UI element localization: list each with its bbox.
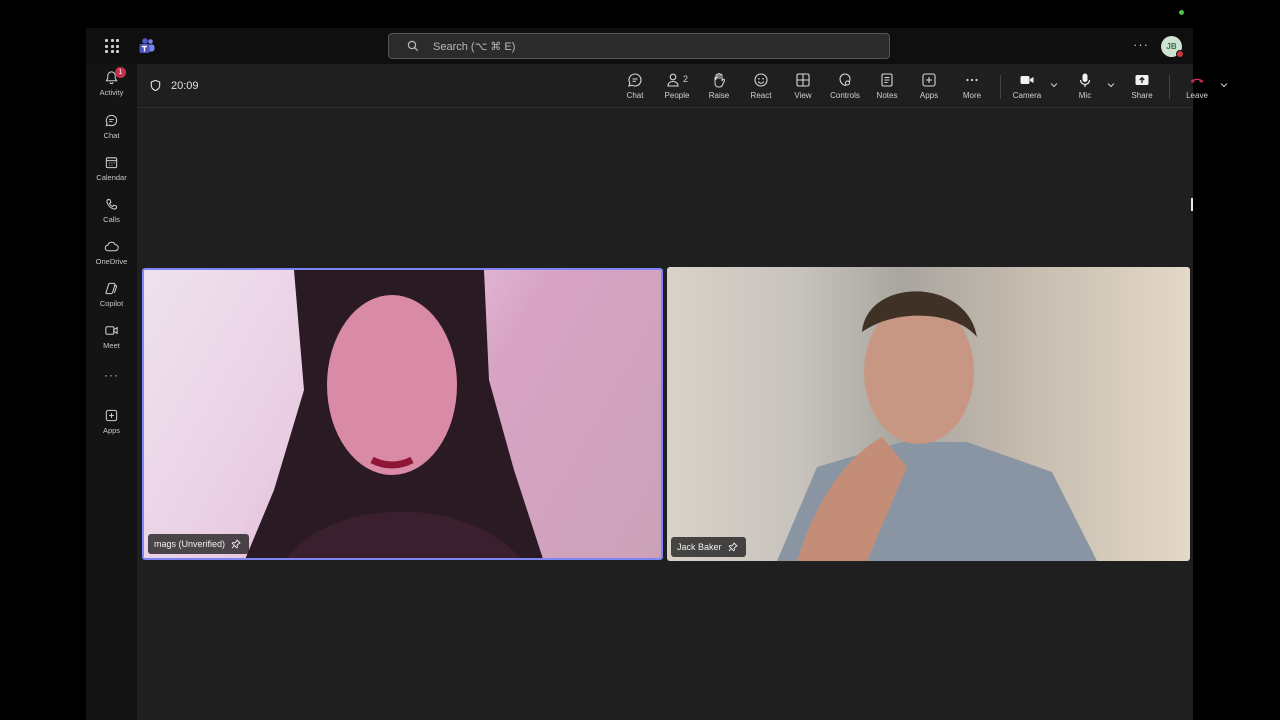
more-label: More [962,91,982,100]
video-tile-participant-2[interactable]: Jack Baker [667,267,1190,561]
chat-icon [105,114,118,127]
smiley-icon [754,73,768,87]
more-apps-icon[interactable]: ··· [86,368,137,382]
avatar[interactable]: JB [1161,36,1184,58]
more-options-icon[interactable]: ··· [1133,37,1149,52]
rail-item-label: Apps [102,426,121,435]
add-app-icon [105,409,118,422]
participant-nametag: mags (Unverified) [148,534,250,554]
search-input[interactable]: Search (⌥ ⌘ E) [388,33,890,59]
video-icon [105,326,118,335]
raise-label: Raise [708,91,730,100]
meeting-timer: 20:09 [149,79,199,92]
pin-icon[interactable] [728,542,738,552]
rail-item-chat[interactable]: Chat [86,113,137,140]
controls-label: Controls [830,91,860,100]
apps-button[interactable]: Apps [909,72,949,100]
share-screen-icon [1135,75,1149,85]
title-bar: Search (⌥ ⌘ E) ··· JB [86,28,1193,64]
meeting-toolbar: 20:09 Chat 2 People Raise React View Con… [137,64,1228,108]
react-button[interactable]: React [741,72,781,100]
more-dots-icon [966,78,978,82]
app-rail: 1 Activity Chat Calendar Calls OneDrive … [86,64,137,720]
rail-item-activity[interactable]: 1 Activity [86,67,137,97]
rail-item-meet[interactable]: Meet [86,323,137,350]
calendar-icon [105,157,118,169]
rail-item-label: Calendar [96,173,127,182]
view-label: View [794,91,812,100]
rail-item-label: Calls [103,215,120,224]
pin-icon[interactable] [231,539,241,549]
rail-item-label: OneDrive [95,257,128,266]
rail-item-onedrive[interactable]: OneDrive [86,239,137,266]
leave-label: Leave [1186,91,1208,100]
mic-button[interactable]: Mic [1065,72,1105,100]
toolbar-divider [1000,75,1001,99]
activity-badge: 1 [115,67,126,78]
view-button[interactable]: View [783,72,823,100]
notes-button[interactable]: Notes [867,72,907,100]
rail-item-copilot[interactable]: Copilot [86,281,137,308]
mic-label: Mic [1078,91,1092,100]
rail-item-label: Meet [103,341,120,350]
camera-button[interactable]: Camera [1007,72,1047,100]
copilot-icon [105,282,118,295]
status-indicator-dot [1179,10,1184,15]
camera-label: Camera [1012,91,1042,100]
search-placeholder: Search (⌥ ⌘ E) [433,40,516,53]
notes-icon [881,73,893,87]
notes-label: Notes [876,91,898,100]
people-label: People [664,91,690,100]
teams-logo-icon [139,38,155,53]
search-icon [407,40,419,52]
leave-options-chevron-icon[interactable] [1220,81,1228,89]
share-label: Share [1131,91,1153,100]
text-cursor [1191,198,1193,211]
video-tile-participant-1[interactable]: mags (Unverified) [142,268,663,560]
participant-name: mags (Unverified) [154,539,226,549]
share-button[interactable]: Share [1122,72,1162,100]
rail-item-apps[interactable]: Apps [86,408,137,435]
app-launcher-icon[interactable] [105,39,119,53]
shield-icon [150,79,161,92]
add-app-icon [922,73,936,87]
camera-icon [1020,76,1034,84]
controls-button[interactable]: Controls [825,72,865,100]
participant-nametag: Jack Baker [671,537,746,557]
chat-label: Chat [626,91,644,100]
more-button[interactable]: More [952,72,992,100]
chat-icon [628,73,642,87]
participant-video-placeholder [245,270,543,558]
participant-name: Jack Baker [677,542,722,552]
toolbar-divider [1169,75,1170,99]
cloud-icon [104,241,119,252]
participant-video-placeholder [777,291,1097,561]
raise-hand-button[interactable]: Raise [699,72,739,100]
rail-item-calendar[interactable]: Calendar [86,155,137,182]
rail-item-calls[interactable]: Calls [86,197,137,224]
presence-status-icon [1176,50,1184,58]
rail-item-label: Activity [99,88,124,97]
controls-icon [839,73,851,87]
hand-icon [714,73,726,88]
microphone-icon [1079,73,1091,87]
people-button[interactable]: 2 People [657,72,697,100]
people-icon [667,73,679,87]
hang-up-icon [1190,78,1204,83]
mic-options-chevron-icon[interactable] [1107,81,1115,89]
react-label: React [750,91,772,100]
timer-text: 20:09 [171,79,199,92]
chat-button[interactable]: Chat [615,72,655,100]
people-count: 2 [682,74,688,84]
leave-button[interactable]: Leave [1177,72,1217,100]
phone-icon [106,198,118,210]
avatar-initials: JB [1166,42,1177,51]
grid-view-icon [796,73,810,87]
rail-item-label: Chat [103,131,120,140]
camera-options-chevron-icon[interactable] [1050,81,1058,89]
apps-label: Apps [919,91,939,100]
rail-item-label: Copilot [99,299,124,308]
